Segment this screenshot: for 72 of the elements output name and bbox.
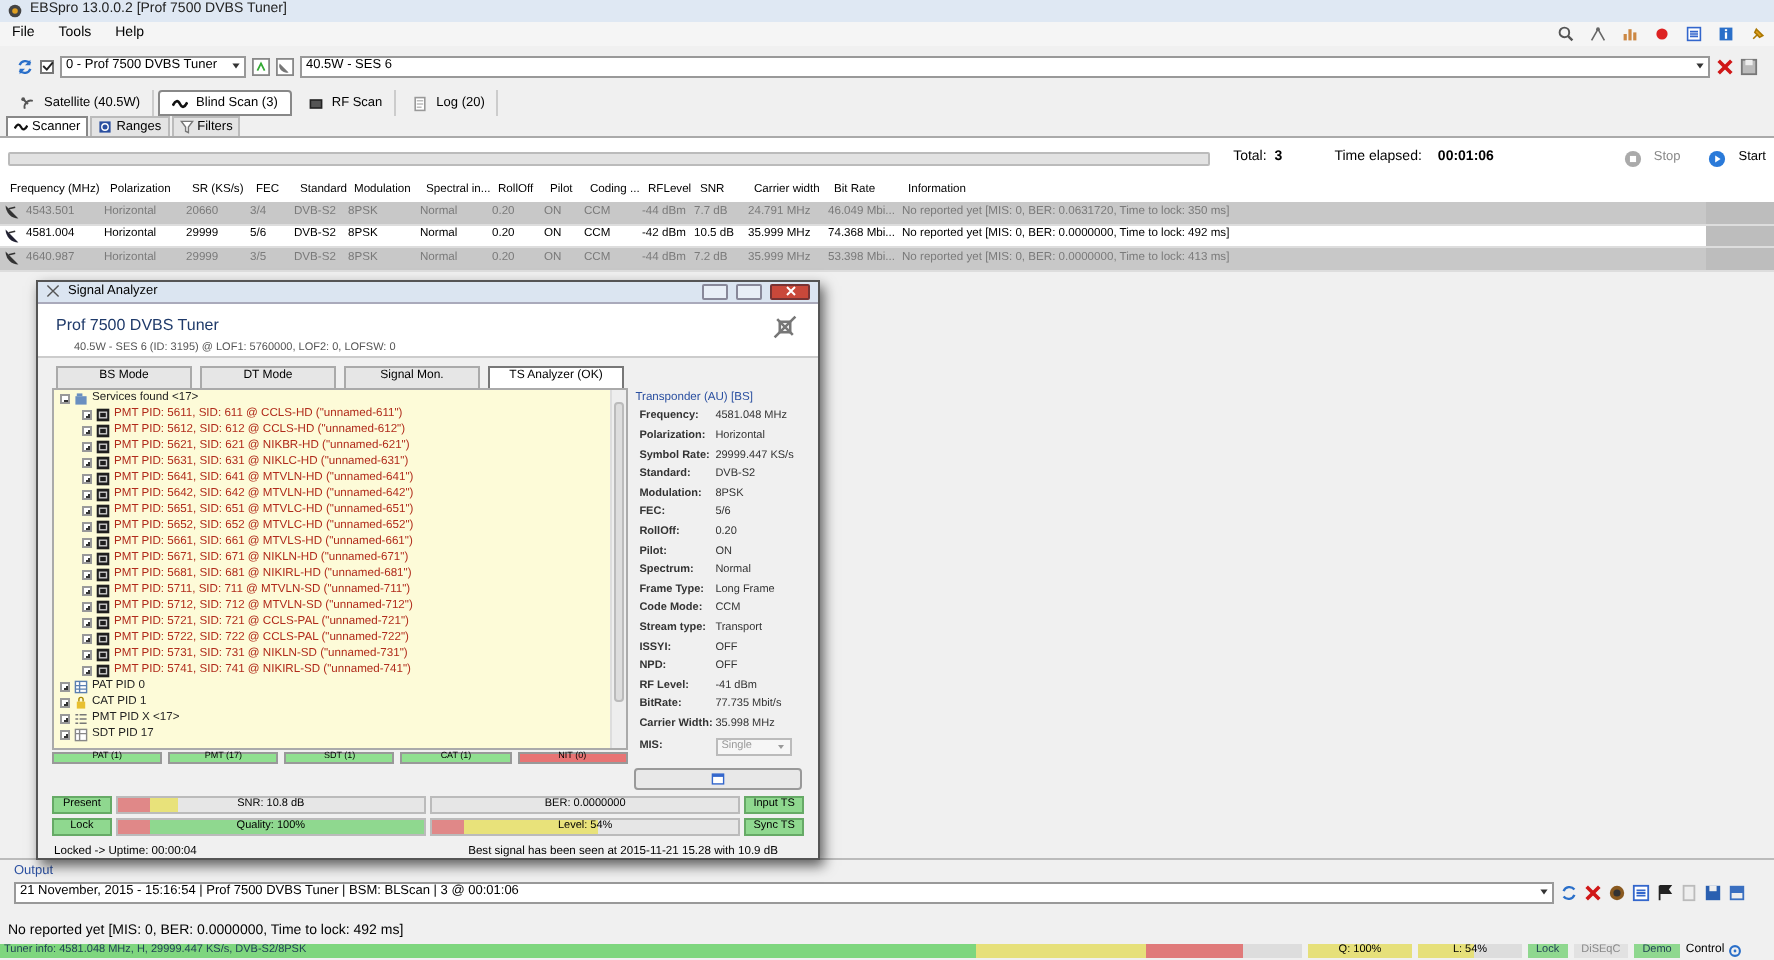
close-icon[interactable]	[1716, 57, 1734, 75]
expander-icon[interactable]	[82, 458, 92, 469]
expander-icon[interactable]	[82, 490, 92, 501]
dish-icon[interactable]	[276, 57, 294, 75]
expander-icon[interactable]	[60, 714, 70, 725]
refresh-icon[interactable]	[1560, 883, 1578, 902]
list-icon	[74, 712, 88, 727]
dropdown-icon	[1694, 60, 1706, 72]
globe-icon[interactable]	[1608, 883, 1626, 902]
expander-icon[interactable]	[82, 426, 92, 437]
document-icon	[412, 95, 429, 111]
dish-icon	[4, 250, 20, 267]
wave-icon	[14, 120, 28, 134]
close-icon[interactable]	[1584, 883, 1602, 902]
expander-icon[interactable]	[82, 586, 92, 597]
window-icon	[709, 771, 726, 786]
satellite-icon	[20, 95, 36, 111]
flag-icon[interactable]	[1656, 883, 1674, 902]
dropdown-icon	[230, 60, 242, 72]
expander-icon[interactable]	[82, 474, 92, 485]
satellite-icon	[772, 313, 798, 340]
info-icon[interactable]	[1718, 26, 1734, 42]
close-button[interactable]	[770, 283, 810, 300]
check-icon	[41, 60, 53, 72]
wave-icon	[172, 95, 189, 111]
expander-icon[interactable]	[60, 698, 70, 709]
play-icon	[1708, 149, 1727, 167]
save-icon[interactable]	[1704, 883, 1722, 902]
filter-icon	[179, 120, 194, 134]
refresh-icon[interactable]	[16, 57, 34, 75]
list-icon[interactable]	[1686, 26, 1702, 42]
folder-icon	[74, 392, 88, 407]
expander-icon[interactable]	[82, 618, 92, 629]
dish-icon	[4, 227, 20, 244]
table-icon	[74, 680, 88, 695]
scrollbar[interactable]	[609, 389, 626, 748]
expander-icon[interactable]	[82, 410, 92, 421]
table-icon	[74, 728, 88, 743]
tuner-checkbox[interactable]	[40, 59, 54, 73]
expander-icon[interactable]	[60, 682, 70, 693]
gear-icon	[1728, 944, 1743, 958]
screen-icon	[307, 95, 324, 111]
expander-icon[interactable]	[82, 570, 92, 581]
expander-icon[interactable]	[82, 666, 92, 677]
expander-icon[interactable]	[82, 442, 92, 453]
list-icon[interactable]	[1632, 883, 1650, 902]
minimize-button[interactable]	[702, 283, 728, 300]
lock-icon	[74, 696, 88, 711]
dish-icon	[4, 204, 20, 221]
expander-icon[interactable]	[82, 522, 92, 533]
dropdown-icon	[775, 741, 786, 752]
record-icon[interactable]	[1654, 26, 1670, 42]
expander-icon[interactable]	[82, 506, 92, 517]
app-icon	[8, 4, 22, 18]
tuner-title: Prof 7500 DVBS Tuner	[54, 313, 221, 338]
expander-icon[interactable]	[82, 538, 92, 549]
pin-icon[interactable]	[1750, 26, 1766, 42]
search-icon[interactable]	[1558, 26, 1574, 42]
maximize-button[interactable]	[736, 283, 762, 300]
target-icon	[98, 120, 113, 134]
save-icon[interactable]	[1728, 883, 1746, 902]
expander-icon[interactable]	[82, 554, 92, 565]
expander-icon[interactable]	[82, 602, 92, 613]
save-icon[interactable]	[1740, 57, 1758, 75]
close-icon	[785, 286, 795, 297]
expander-icon[interactable]	[82, 650, 92, 661]
expander-icon[interactable]	[60, 730, 70, 741]
expander-icon[interactable]	[82, 634, 92, 645]
expander-icon[interactable]	[60, 394, 70, 405]
signal-icon[interactable]	[252, 57, 270, 75]
stop-icon	[1623, 149, 1642, 167]
dropdown-icon	[1538, 886, 1550, 899]
